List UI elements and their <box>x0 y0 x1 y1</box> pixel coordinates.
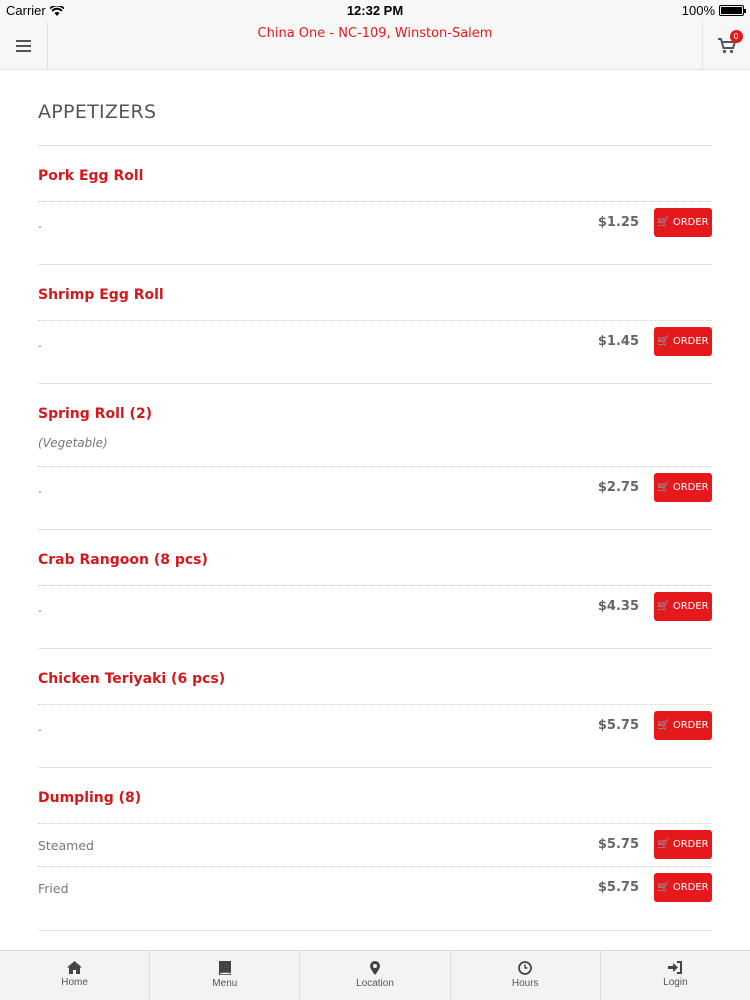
order-button[interactable]: 🛒 ORDER <box>654 327 712 356</box>
bottom-tab-bar: Home Menu Location Hours Login <box>0 950 750 1000</box>
battery-percent: 100% <box>681 3 715 18</box>
cart-icon: 🛒 <box>657 482 670 493</box>
tab-location[interactable]: Location <box>300 951 451 1000</box>
tab-hours[interactable]: Hours <box>451 951 601 1000</box>
cart-icon: 🛒 <box>657 336 670 347</box>
order-label: ORDER <box>672 882 709 893</box>
price-row: . $2.75 🛒 ORDER <box>38 466 712 509</box>
nav-bar: China One - NC-109, Winston-Salem 0 <box>0 22 750 70</box>
section-divider <box>38 145 712 146</box>
home-icon <box>67 961 83 974</box>
option-label: Steamed <box>38 838 94 853</box>
item-divider <box>38 529 712 530</box>
tab-label: Home <box>61 977 88 988</box>
tab-label: Location <box>356 978 394 989</box>
battery-group: 100% <box>681 3 746 18</box>
section-title: APPETIZERS <box>38 101 157 123</box>
order-button[interactable]: 🛒 ORDER <box>654 711 712 740</box>
order-label: ORDER <box>672 601 709 612</box>
item-divider <box>38 767 712 768</box>
book-icon <box>219 961 232 975</box>
order-label: ORDER <box>672 482 709 493</box>
login-icon <box>667 961 682 974</box>
option-label: Fried <box>38 881 69 896</box>
status-time: 12:32 PM <box>346 3 404 18</box>
item-divider <box>38 930 712 931</box>
tab-login[interactable]: Login <box>601 951 750 1000</box>
option-label: . <box>38 719 42 734</box>
cart-icon: 🛒 <box>657 882 670 893</box>
item-price: $1.25 <box>597 215 639 230</box>
order-label: ORDER <box>672 336 709 347</box>
item-price: $5.75 <box>597 880 639 895</box>
price-row: . $5.75 🛒 ORDER <box>38 704 712 747</box>
order-label: ORDER <box>672 839 709 850</box>
hamburger-icon <box>16 40 31 52</box>
item-name: Spring Roll (2) <box>38 406 153 422</box>
tab-home[interactable]: Home <box>0 951 151 1000</box>
item-price: $4.35 <box>597 599 639 614</box>
item-name: Dumpling (8) <box>38 790 142 806</box>
order-button[interactable]: 🛒 ORDER <box>654 473 712 502</box>
order-button[interactable]: 🛒 ORDER <box>654 873 712 902</box>
tab-label: Menu <box>212 978 238 989</box>
item-name: Pork Egg Roll <box>38 168 144 184</box>
item-name: Crab Rangoon (8 pcs) <box>38 552 208 568</box>
cart-icon: 🛒 <box>657 217 670 228</box>
item-price: $1.45 <box>597 334 639 349</box>
clock-icon <box>518 961 533 975</box>
tab-label: Login <box>663 977 688 988</box>
price-row: . $1.45 🛒 ORDER <box>38 320 712 363</box>
item-divider <box>38 383 712 384</box>
order-label: ORDER <box>672 720 709 731</box>
tab-label: Hours <box>511 978 539 989</box>
item-divider <box>38 648 712 649</box>
order-button[interactable]: 🛒 ORDER <box>654 592 712 621</box>
menu-content: APPETIZERS Pork Egg Roll . $1.25 🛒 ORDER… <box>0 71 750 950</box>
map-marker-icon <box>370 961 380 975</box>
option-label: . <box>38 600 42 615</box>
cart-icon: 🛒 <box>657 601 670 612</box>
option-label: . <box>38 335 42 350</box>
item-price: $2.75 <box>597 480 639 495</box>
order-label: ORDER <box>672 217 709 228</box>
cart-icon: 0 <box>717 30 743 54</box>
item-price: $5.75 <box>597 718 639 733</box>
item-divider <box>38 264 712 265</box>
option-label: . <box>38 216 42 231</box>
item-name: Shrimp Egg Roll <box>38 287 164 303</box>
order-button[interactable]: 🛒 ORDER <box>654 830 712 859</box>
item-price: $5.75 <box>597 837 639 852</box>
cart-icon: 🛒 <box>657 839 670 850</box>
item-name: Chicken Teriyaki (6 pcs) <box>38 671 226 687</box>
cart-count-badge: 0 <box>729 30 743 43</box>
restaurant-title: China One - NC-109, Winston-Salem <box>257 26 493 41</box>
order-button[interactable]: 🛒 ORDER <box>654 208 712 237</box>
status-bar: Carrier 12:32 PM 100% <box>0 0 750 22</box>
price-row: . $1.25 🛒 ORDER <box>38 201 712 244</box>
menu-button[interactable] <box>0 22 48 70</box>
item-description: (Vegetable) <box>38 436 108 450</box>
cart-icon: 🛒 <box>657 720 670 731</box>
price-row: . $4.35 🛒 ORDER <box>38 585 712 628</box>
option-label: . <box>38 481 42 496</box>
tab-menu[interactable]: Menu <box>150 951 301 1000</box>
battery-icon <box>719 5 746 16</box>
price-row: Steamed $5.75 🛒 ORDER <box>38 823 712 866</box>
cart-button[interactable]: 0 <box>702 22 750 70</box>
price-row: Fried $5.75 🛒 ORDER <box>38 866 712 909</box>
